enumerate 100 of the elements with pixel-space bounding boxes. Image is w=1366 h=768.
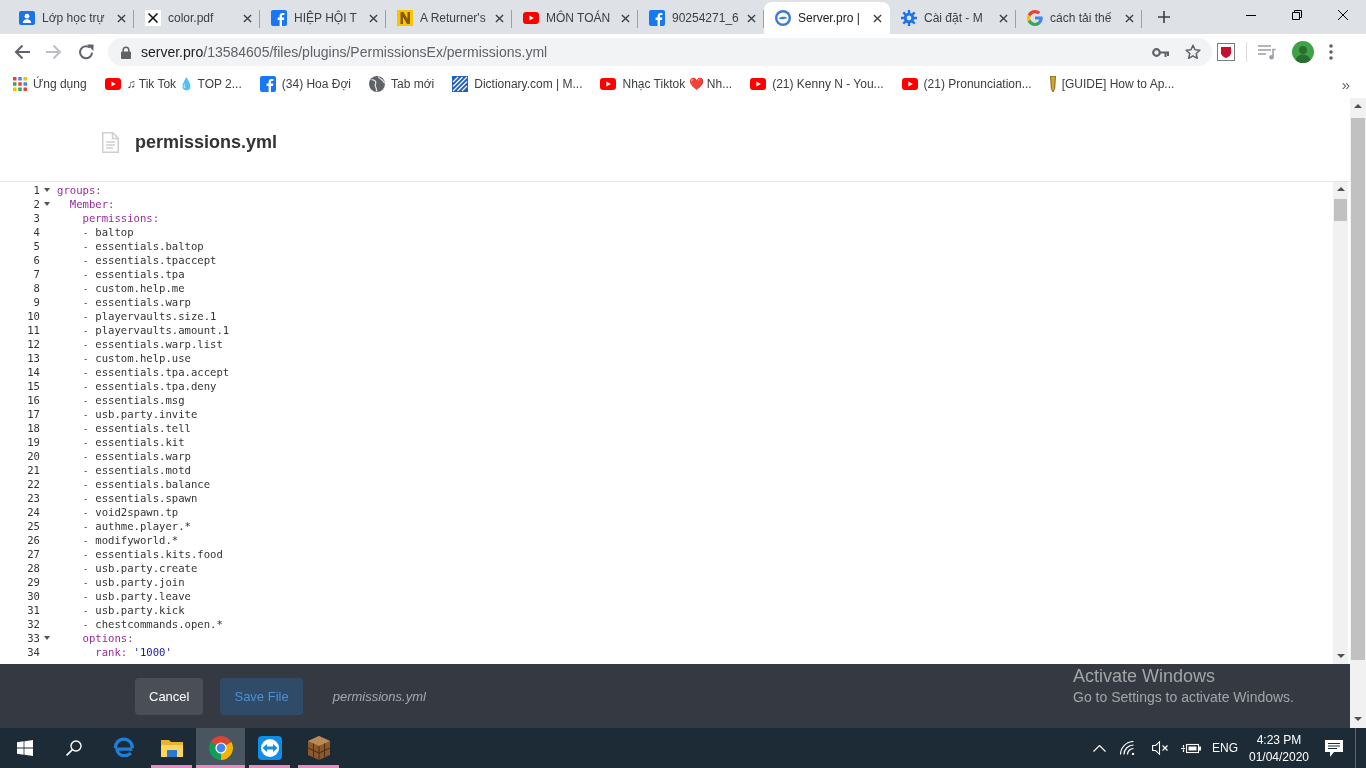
- f-logo-icon: [649, 10, 665, 26]
- f-logo-icon: [271, 10, 287, 26]
- line-number: 9: [33, 296, 40, 308]
- forward-arrow-icon: [46, 44, 62, 60]
- line-number: 23: [27, 492, 40, 504]
- fold-arrow-icon[interactable]: [44, 636, 50, 640]
- restore-icon: [1292, 10, 1302, 20]
- profile-button[interactable]: [1289, 38, 1317, 66]
- line-number: 34: [27, 646, 40, 658]
- line-number: 1: [33, 184, 40, 196]
- line-number: 19: [27, 436, 40, 448]
- code-line: - essentials.warp: [82, 296, 191, 308]
- code-line: - void2spawn.tp: [82, 506, 179, 518]
- line-number: 4: [33, 226, 40, 238]
- file-name-label: permissions.yml: [332, 688, 426, 704]
- line-number: 27: [27, 548, 40, 560]
- browser-tab[interactable]: HIỆP HỘI T: [260, 2, 386, 34]
- bookmarks-overflow-button[interactable]: »: [1337, 75, 1354, 93]
- close-icon[interactable]: [747, 13, 756, 23]
- code-line: - essentials.tpa: [82, 268, 185, 280]
- line-number: 13: [27, 352, 40, 364]
- close-icon[interactable]: [117, 13, 126, 23]
- notification-icon: [1325, 739, 1343, 757]
- page-scrollbar[interactable]: [1350, 98, 1366, 728]
- close-icon[interactable]: [495, 13, 504, 23]
- code-line: groups:: [57, 184, 102, 196]
- browser-tab[interactable]: color.pdf: [134, 2, 260, 34]
- bookmark-item[interactable]: (21) Kenny N - You...: [743, 72, 891, 96]
- line-number: 11: [27, 324, 40, 336]
- browser-tab[interactable]: Cài đặt - M: [890, 2, 1016, 34]
- quill-icon: [1049, 76, 1056, 92]
- scroll-up-arrow-icon[interactable]: [1354, 104, 1362, 108]
- plus-icon: [1158, 11, 1170, 23]
- line-number: 32: [27, 618, 40, 630]
- scroll-down-arrow-icon[interactable]: [1336, 654, 1345, 658]
- line-number: 6: [33, 254, 40, 266]
- bookmark-item[interactable]: [GUIDE] How to Ap...: [1042, 72, 1182, 96]
- code-line: - playervaults.amount.1: [82, 324, 230, 336]
- globe-icon: [369, 76, 385, 92]
- code-line: - essentials.spawn: [82, 492, 198, 504]
- browser-tab[interactable]: A Returner's: [386, 2, 512, 34]
- line-number: 3: [33, 212, 40, 224]
- scroll-down-arrow-icon[interactable]: [1354, 717, 1362, 721]
- bookmark-item[interactable]: ♫ Tik Tok 💧 TOP 2...: [97, 72, 249, 96]
- browser-tab[interactable]: MÔN TOÁN: [512, 2, 638, 34]
- bookmark-item[interactable]: (34) Hoa Đợi: [252, 72, 358, 96]
- close-icon[interactable]: [999, 13, 1008, 23]
- code-line: - usb.party.invite: [82, 408, 198, 420]
- close-icon[interactable]: [369, 13, 378, 23]
- cancel-button[interactable]: Cancel: [135, 677, 204, 715]
- browser-tab[interactable]: 90254271_6: [638, 2, 764, 34]
- bookmark-item[interactable]: Ứng dụng: [6, 72, 94, 96]
- close-icon[interactable]: [1125, 13, 1134, 23]
- fold-arrow-icon[interactable]: [44, 188, 50, 192]
- line-number: 31: [27, 604, 40, 616]
- n-logo-icon: [397, 10, 413, 26]
- browser-tab[interactable]: Lớp học trự: [8, 2, 134, 34]
- bookmark-item[interactable]: Nhạc Tiktok ❤ Nh...: [593, 72, 740, 96]
- star-icon[interactable]: [1185, 44, 1201, 60]
- line-number: 16: [27, 394, 40, 406]
- line-number: 2: [33, 198, 40, 210]
- bookmark-item[interactable]: Dictionary.com | M...: [445, 72, 590, 96]
- scrollbar-thumb[interactable]: [1351, 118, 1365, 660]
- file-icon: [102, 132, 119, 153]
- e-logo-icon: [111, 737, 134, 759]
- close-icon[interactable]: [243, 13, 252, 23]
- line-number: 18: [27, 422, 40, 434]
- code-line: - essentials.tpaccept: [82, 254, 217, 266]
- scrollbar-thumb[interactable]: [1334, 199, 1347, 221]
- line-number: 24: [27, 506, 40, 518]
- line-number: 14: [27, 366, 40, 378]
- close-icon[interactable]: [873, 13, 882, 23]
- code-line: - usb.party.kick: [82, 604, 185, 616]
- person-icon: [19, 11, 35, 25]
- close-icon: [1338, 10, 1348, 20]
- code-line: - usb.party.join: [82, 576, 185, 588]
- menu-icon: [1329, 44, 1333, 60]
- line-number: 15: [27, 380, 40, 392]
- code-line: - essentials.warp: [82, 450, 191, 462]
- scroll-up-arrow-icon[interactable]: [1336, 187, 1345, 191]
- address-bar[interactable]: server.pro/13584605/files/plugins/PermissionsEx/permissions.yml: [108, 38, 1212, 66]
- close-icon[interactable]: [621, 13, 630, 23]
- key-icon[interactable]: [1152, 47, 1169, 57]
- browser-tab[interactable]: cách tải thế: [1016, 2, 1142, 34]
- activation-title: Activate Windows: [1073, 666, 1217, 686]
- code-line: - essentials.motd: [82, 464, 191, 476]
- editor-scrollbar[interactable]: [1333, 182, 1348, 664]
- language-indicator[interactable]: ENG: [1207, 728, 1243, 768]
- clock-date[interactable]: 01/04/2020: [1248, 749, 1310, 764]
- code-line: - essentials.tpa.accept: [82, 366, 230, 378]
- line-number: 8: [33, 282, 40, 294]
- cross-logo-icon: [145, 10, 161, 26]
- bookmark-item[interactable]: Tab mới: [362, 72, 442, 96]
- browser-tab[interactable]: Server.pro |: [764, 2, 890, 34]
- gear-icon: [901, 10, 917, 26]
- fold-arrow-icon[interactable]: [44, 202, 50, 206]
- play-button-icon: [523, 12, 539, 24]
- line-number: 7: [33, 268, 40, 280]
- clock-time[interactable]: 4:23 PM: [1256, 732, 1302, 747]
- bookmark-item[interactable]: (21) Pronunciation...: [894, 72, 1039, 96]
